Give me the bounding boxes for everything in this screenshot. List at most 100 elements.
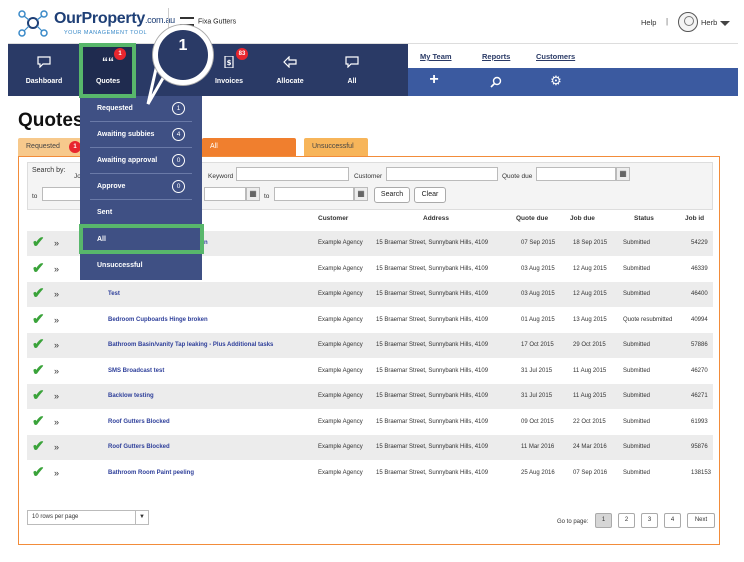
invoice-icon: $ (224, 56, 234, 68)
nav-all[interactable]: All (324, 44, 380, 96)
table-row[interactable]: ✔ » Backlow testing Example Agency 15 Braema… (27, 384, 713, 409)
table-row[interactable]: ✔ » SMS Broadcast test Example Agency 15 Bra… (27, 359, 713, 384)
quote-due-from-input[interactable] (536, 167, 616, 181)
svg-text:$: $ (227, 59, 232, 67)
page-button-2[interactable]: 2 (618, 513, 635, 528)
search-icon[interactable] (488, 76, 504, 88)
table-row[interactable]: ✔ » Roof Gutters Blocked Example Agency 15 B… (27, 410, 713, 435)
col-header-address[interactable]: Address (423, 215, 449, 222)
menu-item-requested[interactable]: Requested (97, 105, 133, 112)
cell-customer: Example Agency (318, 418, 363, 425)
expand-row-icon[interactable]: » (54, 264, 59, 274)
nav-allocate[interactable]: Allocate (262, 44, 318, 96)
cell-customer: Example Agency (318, 469, 363, 476)
date-to-input[interactable] (274, 187, 354, 201)
clear-button[interactable]: Clear (414, 187, 446, 203)
keyword-input[interactable] (236, 167, 349, 181)
plus-icon[interactable]: + (426, 71, 442, 89)
expand-row-icon[interactable]: » (54, 341, 59, 350)
cell-address: 15 Braemar Street, Sunnybank Hills, 4109 (376, 418, 489, 425)
menu-item-sent[interactable]: Sent (97, 209, 112, 216)
table-row[interactable]: ✔ » Bathroom Basin/vanity Tap leaking - Pl… (27, 333, 713, 358)
col-header-job-id[interactable]: Job id (685, 215, 704, 222)
page-button-1[interactable]: 1 (595, 513, 612, 528)
job-title-link[interactable]: Bedroom Cupboards Hinge broken (108, 317, 208, 323)
to-label: to (32, 193, 38, 200)
logo-tagline: YOUR MANAGEMENT TOOL (64, 30, 148, 36)
customer-input[interactable] (386, 167, 498, 181)
cell-customer: Example Agency (318, 342, 363, 348)
col-header-status[interactable]: Status (634, 215, 654, 222)
cell-quote-due: 31 Jul 2015 (521, 393, 553, 399)
table-row[interactable]: ✔ » Bedroom Cupboards Hinge broken Example … (27, 308, 713, 333)
tab-requested[interactable]: Requested 1 (18, 138, 84, 156)
help-link[interactable]: Help (641, 18, 656, 27)
expand-row-icon[interactable]: » (54, 417, 59, 427)
expand-row-icon[interactable]: » (54, 315, 59, 325)
go-to-page-label: Go to page: (557, 519, 589, 525)
job-title-link[interactable]: Test (108, 291, 120, 297)
expand-row-icon[interactable]: » (54, 290, 59, 299)
cell-job-id: 54229 (691, 240, 708, 246)
col-header-job-due[interactable]: Job due (570, 215, 595, 222)
username[interactable]: Herb (701, 18, 717, 27)
tab-unsuccessful[interactable]: Unsuccessful (304, 138, 368, 156)
tab-all[interactable]: All (202, 138, 296, 156)
logo-icon (18, 10, 48, 37)
page-button-3[interactable]: 3 (641, 513, 658, 528)
job-title-link[interactable]: SMS Broadcast test (108, 368, 164, 374)
menu-item-awaiting-subbies[interactable]: Awaiting subbies (97, 131, 154, 138)
cell-status: Submitted (623, 393, 651, 399)
calendar-icon[interactable]: ▦ (616, 167, 630, 181)
gear-icon[interactable]: ⚙ (548, 73, 564, 89)
job-title-link[interactable]: Bathroom Room Paint peeling (108, 470, 194, 476)
expand-row-icon[interactable]: » (54, 392, 59, 401)
col-header-quote-due[interactable]: Quote due (516, 215, 548, 222)
cell-job-due: 18 Sep 2015 (573, 240, 608, 246)
nav-dashboard[interactable]: Dashboard (8, 44, 80, 96)
menu-divider (90, 147, 192, 148)
cell-job-due: 13 Aug 2015 (573, 316, 607, 323)
table-row[interactable]: ✔ » Roof Gutters Blocked Example Agency 15 B… (27, 435, 713, 460)
job-title-link[interactable]: Bathroom Basin/vanity Tap leaking - Plus… (108, 342, 273, 348)
menu-item-approve[interactable]: Approve (97, 183, 125, 190)
expand-row-icon[interactable]: » (54, 239, 59, 248)
my-team-link[interactable]: My Team (420, 52, 452, 61)
calendar-icon[interactable]: ▦ (354, 187, 368, 201)
job-title-link[interactable]: Backlow testing (108, 393, 154, 399)
cell-customer: Example Agency (318, 265, 363, 272)
reports-link[interactable]: Reports (482, 52, 510, 61)
date-mid-input[interactable] (204, 187, 246, 201)
speech-bubble-icon (37, 56, 51, 68)
speech-bubble-icon (345, 56, 359, 68)
page-button-4[interactable]: 4 (664, 513, 681, 528)
chevron-down-icon[interactable] (720, 21, 730, 26)
menu-divider (90, 173, 192, 174)
table-row[interactable]: ✔ » Bathroom Room Paint peeling Example Age… (27, 461, 713, 486)
job-title-link[interactable]: Roof Gutters Blocked (108, 444, 170, 450)
customers-link[interactable]: Customers (536, 52, 575, 61)
cell-quote-due: 07 Sep 2015 (521, 240, 556, 246)
menu-item-unsuccessful[interactable]: Unsuccessful (97, 262, 143, 269)
table-row[interactable]: ✔ » Test Example Agency 15 Braemar Street, S… (27, 282, 713, 307)
cell-status: Submitted (623, 444, 651, 450)
job-title-link[interactable]: Roof Gutters Blocked (108, 419, 170, 425)
search-button[interactable]: Search (374, 187, 410, 203)
cell-job-due: 11 Aug 2015 (573, 367, 607, 374)
menu-item-awaiting-approval[interactable]: Awaiting approval (97, 157, 157, 164)
expand-row-icon[interactable]: » (54, 366, 59, 376)
cell-job-id: 138153 (691, 469, 712, 476)
highlight-quotes-nav (79, 43, 136, 98)
avatar[interactable] (678, 12, 698, 32)
expand-row-icon[interactable]: » (54, 443, 59, 452)
cell-customer: Example Agency (318, 291, 363, 297)
logo[interactable]: OurProperty.com.au YOUR MANAGEMENT TOOL (16, 8, 175, 38)
calendar-icon[interactable]: ▦ (246, 187, 260, 201)
col-header-customer[interactable]: Customer (318, 215, 348, 222)
cell-quote-due: 17 Oct 2015 (521, 342, 554, 348)
cell-job-due: 07 Sep 2016 (573, 469, 608, 476)
expand-row-icon[interactable]: » (54, 468, 59, 478)
rows-per-page-select[interactable]: 10 rows per page ▼ (27, 510, 149, 525)
next-page-button[interactable]: Next (687, 513, 715, 528)
nav-all-label: All (347, 78, 357, 85)
